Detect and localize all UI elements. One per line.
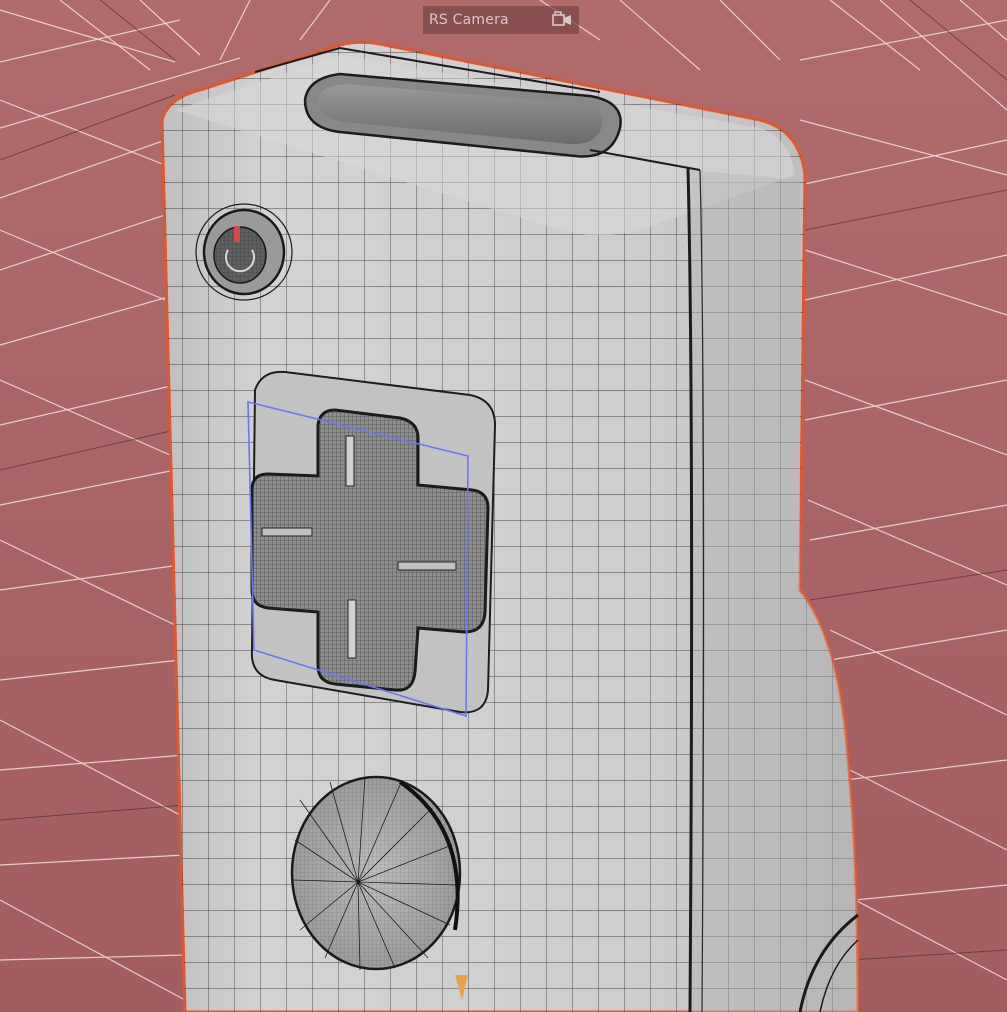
camera-label[interactable]: RS Camera [429, 12, 509, 28]
camera-header[interactable]: RS Camera [423, 6, 579, 34]
viewport-scene[interactable] [0, 0, 1007, 1012]
camera-lock-icon[interactable] [551, 10, 573, 30]
power-button[interactable] [195, 203, 293, 301]
viewport-3d[interactable]: RS Camera [0, 0, 1007, 1012]
controller-model[interactable] [150, 30, 870, 1012]
a-button[interactable] [290, 775, 462, 971]
